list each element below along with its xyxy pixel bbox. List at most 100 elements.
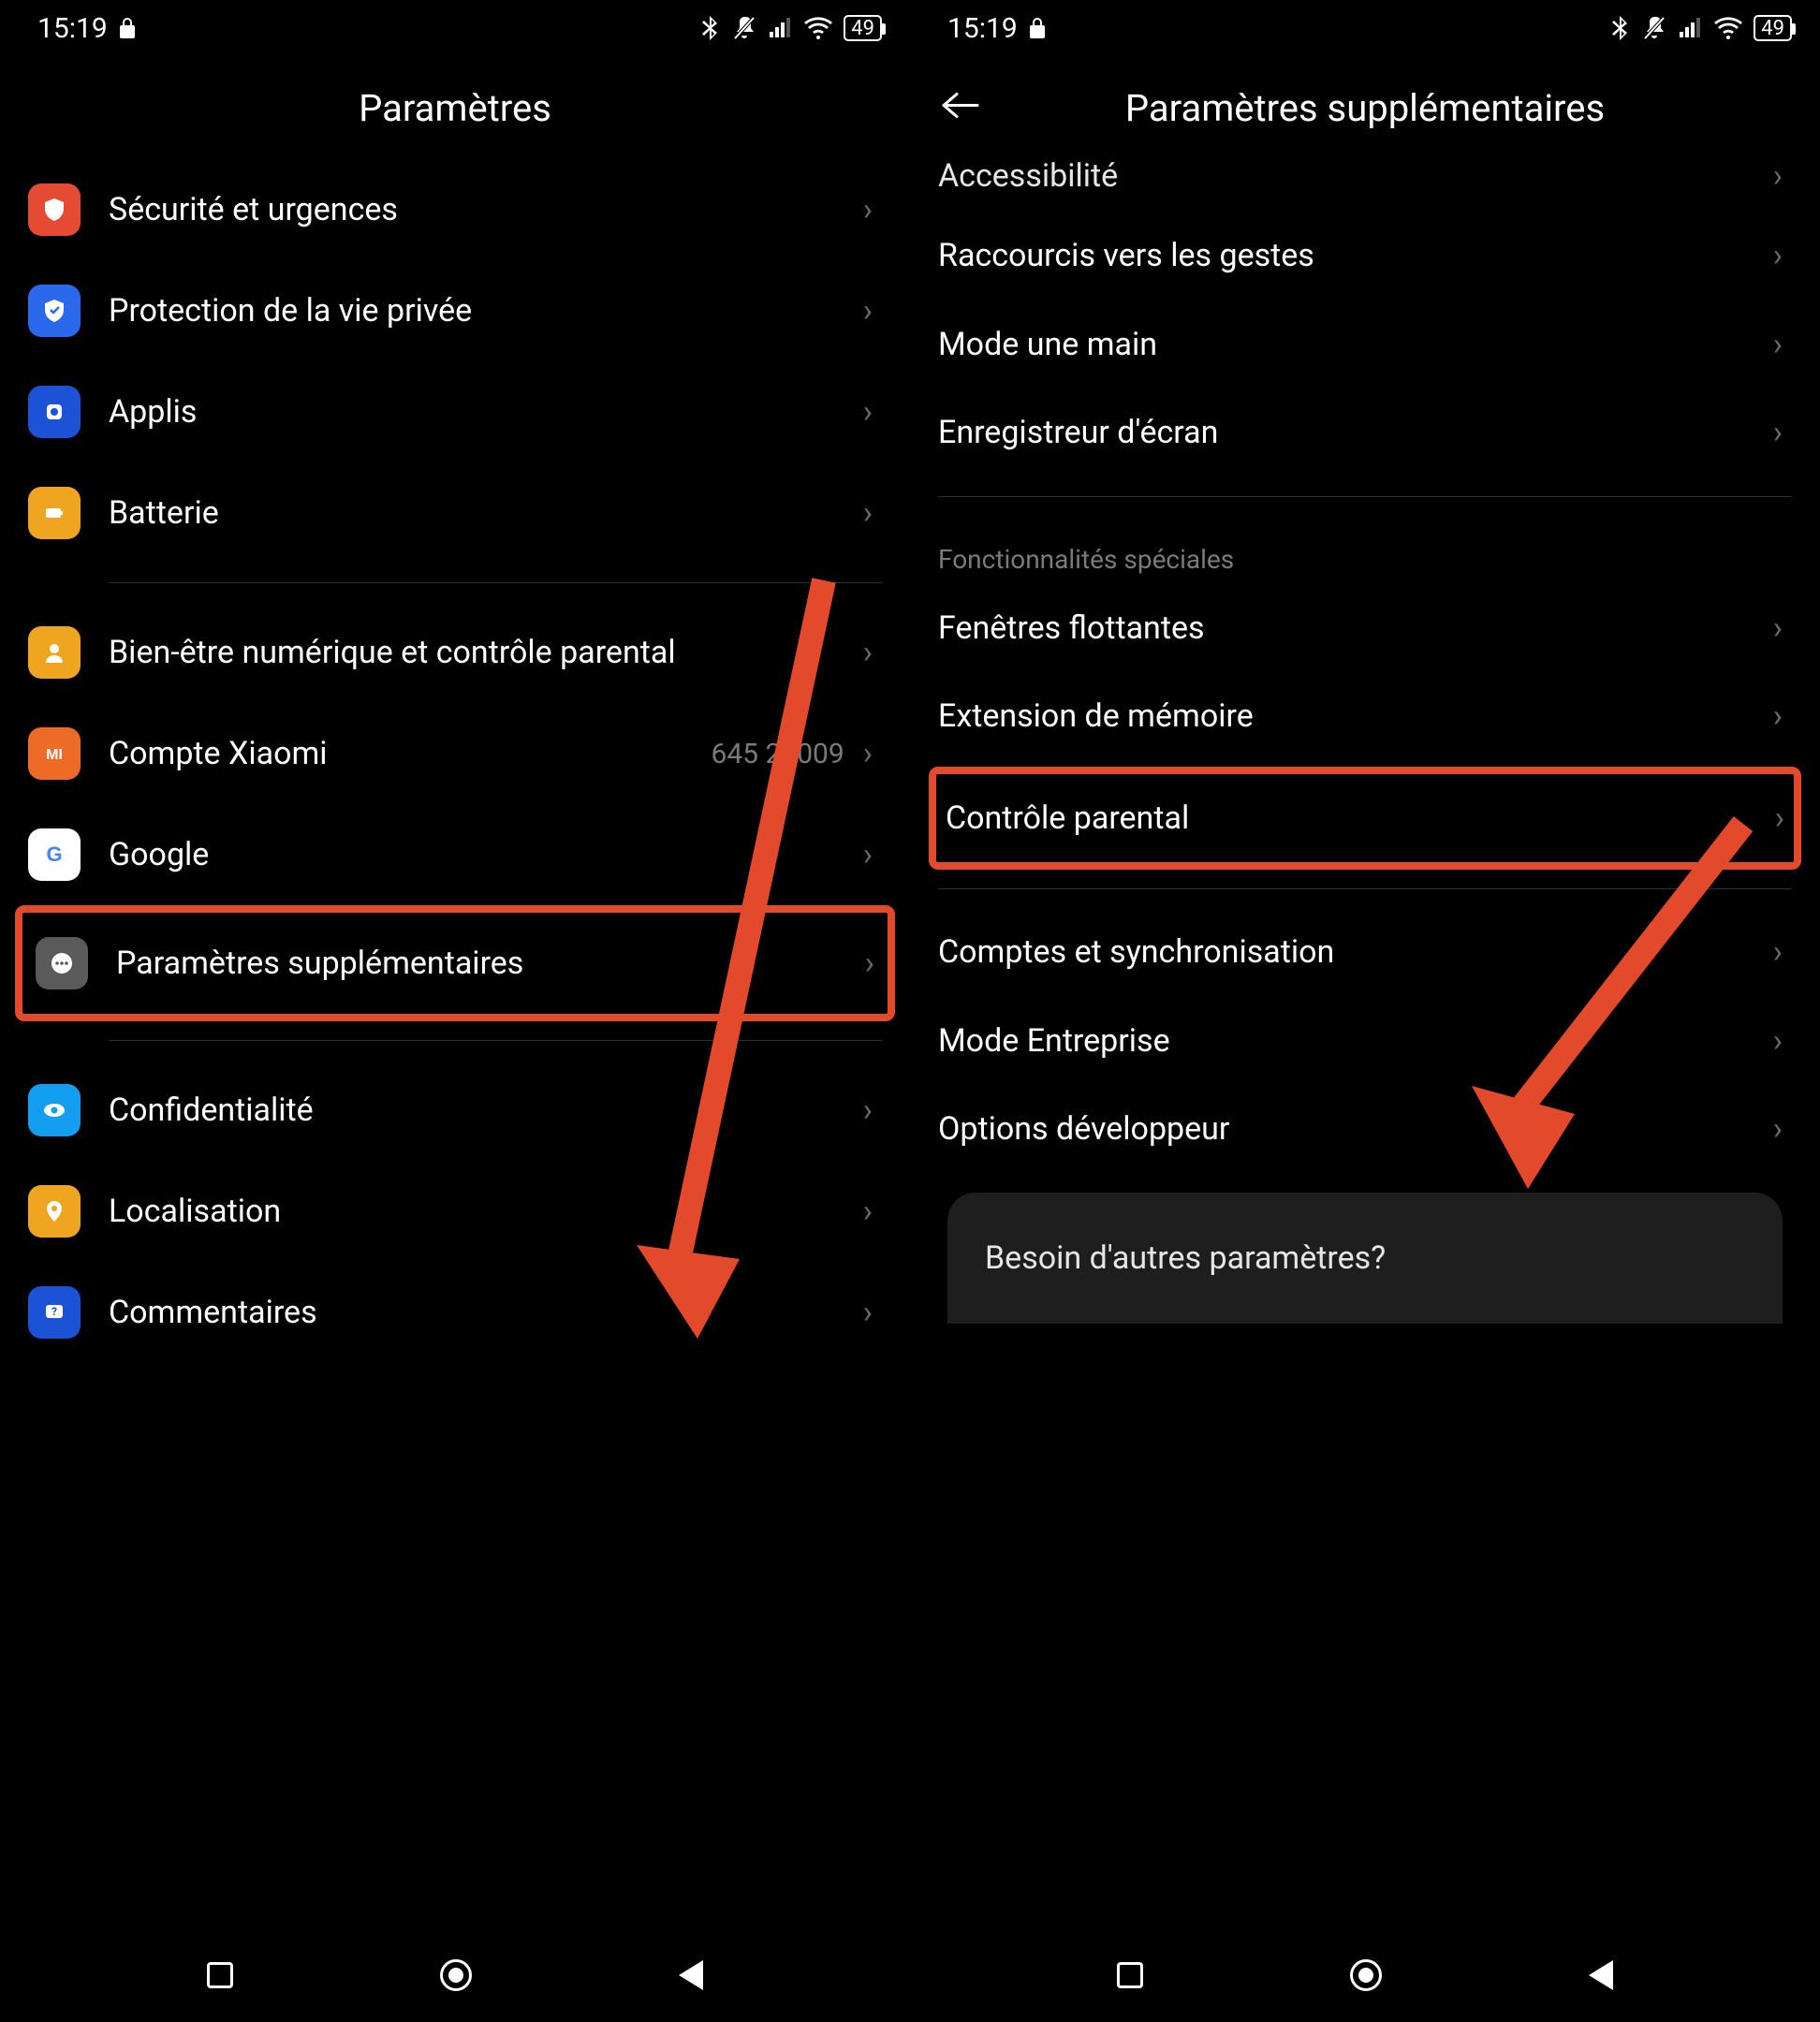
row-feedback[interactable]: ? Commentaires › — [28, 1262, 882, 1363]
nav-home-button[interactable] — [1350, 1959, 1382, 1991]
row-label: Confidentialité — [109, 1091, 863, 1131]
divider — [109, 582, 882, 583]
row-apps[interactable]: Applis › — [28, 361, 882, 462]
row-label: Applis — [109, 392, 863, 432]
row-label: Paramètres supplémentaires — [116, 944, 865, 984]
status-bar: 15:19 49 — [0, 0, 910, 56]
row-label: Extension de mémoire — [938, 696, 1773, 737]
row-label: Compte Xiaomi — [109, 734, 711, 774]
additional-settings-list[interactable]: Accessibilité › Raccourcis vers les gest… — [910, 159, 1820, 1928]
page-title: Paramètres supplémentaires — [1125, 86, 1605, 130]
status-time: 15:19 — [947, 12, 1018, 45]
row-label: Google — [109, 835, 863, 875]
chevron-right-icon: › — [1773, 697, 1783, 735]
row-screen-recorder[interactable]: Enregistreur d'écran › — [938, 388, 1792, 477]
mute-icon — [1641, 14, 1667, 42]
row-label: Sécurité et urgences — [109, 190, 863, 230]
chevron-right-icon: › — [1773, 159, 1783, 195]
chevron-right-icon: › — [1773, 1110, 1783, 1148]
chevron-right-icon: › — [863, 1294, 873, 1331]
location-icon — [28, 1185, 81, 1238]
footer-prompt[interactable]: Besoin d'autres paramètres? — [947, 1193, 1783, 1324]
row-google[interactable]: G Google › — [28, 804, 882, 905]
eye-icon — [28, 1084, 81, 1136]
row-label: Enregistreur d'écran — [938, 413, 1773, 453]
chevron-right-icon: › — [863, 836, 873, 873]
wifi-icon — [804, 17, 832, 39]
comment-icon: ? — [28, 1286, 81, 1339]
row-additional-settings[interactable]: Paramètres supplémentaires › — [15, 905, 895, 1021]
row-value: 645 25009 — [711, 738, 844, 770]
svg-text:MI: MI — [46, 747, 63, 763]
row-parental-control[interactable]: Contrôle parental › — [929, 767, 1801, 871]
bluetooth-icon — [699, 14, 720, 42]
svg-text:?: ? — [51, 1305, 57, 1318]
divider — [938, 496, 1792, 497]
wifi-icon — [1714, 17, 1742, 39]
chevron-right-icon: › — [863, 494, 873, 532]
row-one-hand[interactable]: Mode une main › — [938, 300, 1792, 389]
screen-settings: 15:19 49 Paramètres — [0, 0, 910, 2022]
row-label: Commentaires — [109, 1293, 863, 1333]
header-settings: Paramètres — [0, 56, 910, 159]
row-battery[interactable]: Batterie › — [28, 462, 882, 564]
settings-list[interactable]: Sécurité et urgences › Protection de la … — [0, 159, 910, 1928]
nav-home-button[interactable] — [440, 1959, 472, 1991]
chevron-right-icon: › — [1773, 1022, 1783, 1060]
status-time: 15:19 — [37, 12, 108, 45]
row-privacy[interactable]: Protection de la vie privée › — [28, 260, 882, 361]
shield-check-icon — [28, 285, 81, 337]
signal-icon — [1679, 17, 1703, 39]
row-label: Batterie — [109, 493, 863, 534]
row-label: Raccourcis vers les gestes — [938, 236, 1773, 276]
battery-icon: 49 — [844, 15, 882, 41]
signal-icon — [769, 17, 793, 39]
chevron-right-icon: › — [1773, 933, 1783, 971]
chevron-right-icon: › — [865, 945, 874, 982]
chevron-right-icon: › — [863, 292, 873, 330]
divider — [109, 1040, 882, 1041]
nav-recent-button[interactable] — [207, 1962, 233, 1988]
divider — [938, 888, 1792, 889]
row-label: Contrôle parental — [946, 799, 1775, 839]
nav-recent-button[interactable] — [1117, 1962, 1143, 1988]
row-enterprise-mode[interactable]: Mode Entreprise › — [938, 997, 1792, 1086]
row-location[interactable]: Localisation › — [28, 1161, 882, 1262]
chevron-right-icon: › — [1773, 237, 1783, 274]
row-accessibility[interactable]: Accessibilité › — [938, 159, 1792, 212]
row-xiaomi-account[interactable]: MI Compte Xiaomi 645 25009 › — [28, 703, 882, 804]
row-wellbeing[interactable]: Bien-être numérique et contrôle parental… — [28, 602, 882, 703]
nav-bar — [0, 1928, 910, 2022]
row-developer-options[interactable]: Options développeur › — [938, 1085, 1792, 1174]
row-label: Options développeur — [938, 1109, 1773, 1150]
battery-icon: 49 — [1754, 15, 1792, 41]
google-icon: G — [28, 828, 81, 881]
nav-bar — [910, 1928, 1820, 2022]
row-accounts-sync[interactable]: Comptes et synchronisation › — [938, 908, 1792, 997]
row-label: Protection de la vie privée — [109, 291, 863, 331]
row-label: Comptes et synchronisation — [938, 932, 1773, 973]
chevron-right-icon: › — [863, 1193, 873, 1230]
person-icon — [28, 626, 81, 679]
apps-icon — [28, 386, 81, 438]
row-label: Fenêtres flottantes — [938, 608, 1773, 649]
chevron-right-icon: › — [863, 191, 873, 228]
row-label: Bien-être numérique et contrôle parental — [109, 633, 863, 673]
screen-additional-settings: 15:19 49 Paramètres supplémentair — [910, 0, 1820, 2022]
chevron-right-icon: › — [1773, 609, 1783, 647]
row-floating-windows[interactable]: Fenêtres flottantes › — [938, 584, 1792, 673]
chevron-right-icon: › — [1773, 414, 1783, 451]
row-memory-extension[interactable]: Extension de mémoire › — [938, 672, 1792, 761]
nav-back-button[interactable] — [679, 1960, 703, 1990]
lock-icon — [119, 16, 136, 40]
back-button[interactable] — [938, 86, 979, 130]
nav-back-button[interactable] — [1589, 1960, 1613, 1990]
chevron-right-icon: › — [863, 735, 873, 772]
more-icon — [36, 937, 88, 989]
row-gesture-shortcuts[interactable]: Raccourcis vers les gestes › — [938, 212, 1792, 300]
bluetooth-icon — [1609, 14, 1630, 42]
row-security[interactable]: Sécurité et urgences › — [28, 159, 882, 260]
row-label: Mode Entreprise — [938, 1021, 1773, 1062]
row-confidentiality[interactable]: Confidentialité › — [28, 1060, 882, 1161]
row-label: Accessibilité — [938, 159, 1773, 195]
